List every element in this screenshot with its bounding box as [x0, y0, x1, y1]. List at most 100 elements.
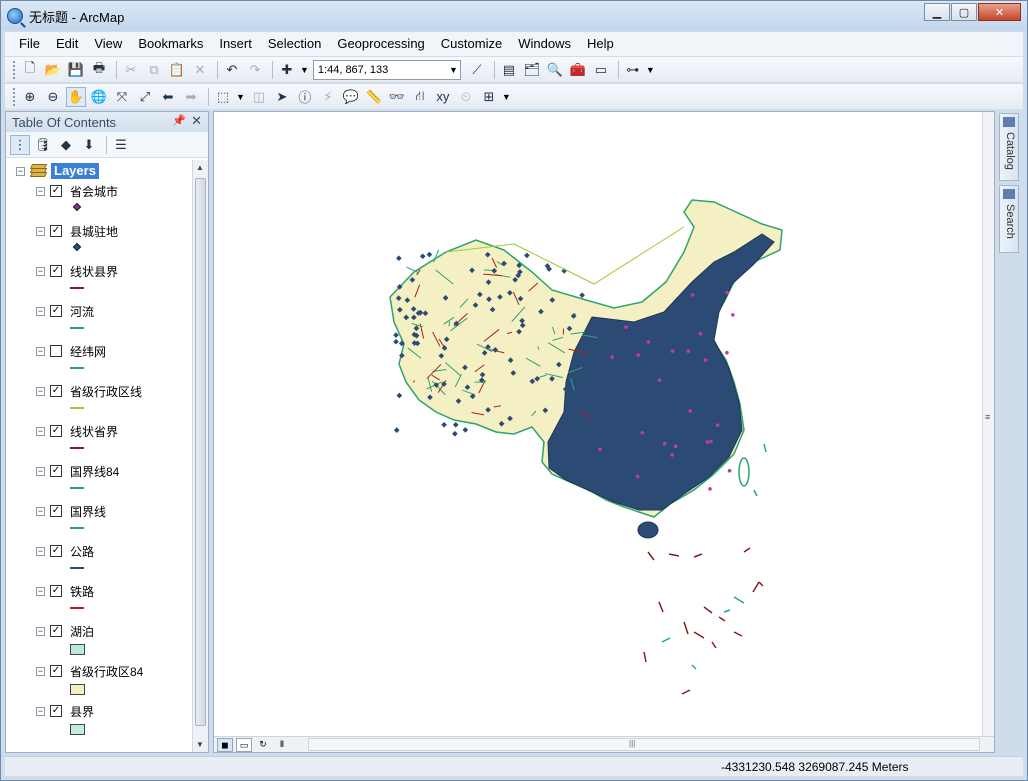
layer-name[interactable]: 省级行政区84	[70, 663, 143, 680]
layer-name[interactable]: 河流	[70, 303, 94, 320]
layer-name[interactable]: 省级行政区线	[70, 383, 142, 400]
data-view-icon[interactable]: ◼	[217, 737, 233, 752]
polygon-symbol-icon[interactable]	[70, 724, 85, 735]
new-document-icon[interactable]: 🗋	[20, 60, 40, 80]
collapse-icon[interactable]: −	[36, 586, 45, 596]
collapse-icon[interactable]: −	[36, 466, 45, 476]
editor-toolbar-icon[interactable]: ⟋	[467, 60, 487, 80]
layer-entry[interactable]: − ✓ 省级行政区线	[36, 382, 186, 422]
cut-icon[interactable]: ✂	[121, 60, 141, 80]
pan-hand-icon[interactable]: ✋	[66, 86, 86, 107]
layer-name[interactable]: 县城驻地	[70, 223, 118, 240]
collapse-icon[interactable]: −	[36, 426, 45, 436]
minimize-button[interactable]: ▁	[924, 3, 950, 21]
identify-icon[interactable]: ⓘ	[295, 87, 315, 107]
list-by-visibility-icon[interactable]: ◆	[56, 135, 76, 155]
copy-icon[interactable]: ⧉	[144, 60, 164, 80]
layer-entry[interactable]: − ✓ 线状省界	[36, 422, 186, 462]
menu-windows[interactable]: Windows	[510, 33, 579, 55]
layer-entry[interactable]: − ✓ 公路	[36, 542, 186, 582]
point-symbol-icon[interactable]	[72, 202, 82, 212]
map-display[interactable]: ≡ ◼ ▭ ↻ Ⅱ |||	[213, 111, 995, 753]
list-by-drawing-order-icon[interactable]: ⋮	[10, 134, 30, 155]
layer-name[interactable]: 湖泊	[70, 623, 94, 640]
layer-entry[interactable]: − ✓ 县界	[36, 702, 186, 742]
layer-entry[interactable]: − ✓ 县城驻地	[36, 222, 186, 262]
layer-entry[interactable]: − ✓ 铁路	[36, 582, 186, 622]
layer-name[interactable]: 铁路	[70, 583, 94, 600]
layer-name[interactable]: 线状省界	[70, 423, 118, 440]
menu-help[interactable]: Help	[579, 33, 622, 55]
maximize-button[interactable]: ▢	[951, 3, 977, 21]
line-symbol-icon[interactable]	[70, 487, 84, 489]
layer-name[interactable]: 县界	[70, 703, 94, 720]
polygon-symbol-icon[interactable]	[70, 644, 85, 655]
clear-selection-icon[interactable]: ◫	[249, 87, 269, 107]
zoom-in-icon[interactable]: ⊕	[20, 87, 40, 107]
menu-insert[interactable]: Insert	[211, 33, 260, 55]
html-popup-icon[interactable]: 💬	[341, 87, 361, 107]
point-symbol-icon[interactable]	[72, 242, 82, 252]
search-dock-tab[interactable]: Search	[999, 185, 1019, 253]
collapse-icon[interactable]: −	[36, 506, 45, 516]
layer-visibility-checkbox[interactable]: ✓	[50, 465, 62, 477]
line-symbol-icon[interactable]	[70, 327, 84, 329]
collapse-icon[interactable]: −	[36, 626, 45, 636]
delete-icon[interactable]: ✕	[190, 60, 210, 80]
find-binoculars-icon[interactable]: 👓	[387, 87, 407, 107]
catalog-window-icon[interactable]: 🗂	[522, 60, 542, 80]
layer-visibility-checkbox[interactable]: ✓	[50, 265, 62, 277]
refresh-icon[interactable]: ↻	[255, 738, 271, 752]
layer-entry[interactable]: − ✓ 国界线	[36, 502, 186, 542]
menu-view[interactable]: View	[86, 33, 130, 55]
map-horizontal-scrollbar[interactable]: |||	[308, 738, 980, 751]
save-icon[interactable]: 💾	[66, 60, 86, 80]
fixed-zoom-in-icon[interactable]: ⤧	[112, 87, 132, 107]
layer-entry[interactable]: − ✓ 国界线84	[36, 462, 186, 502]
toolbar-options-icon[interactable]: ▼	[646, 65, 655, 75]
line-symbol-icon[interactable]	[70, 447, 84, 449]
layer-name[interactable]: 公路	[70, 543, 94, 560]
list-by-selection-icon[interactable]: ⬇	[79, 135, 99, 155]
add-data-dropdown-icon[interactable]: ▼	[300, 65, 309, 75]
collapse-icon[interactable]: −	[36, 386, 45, 396]
china-map[interactable]	[214, 112, 984, 736]
toolbar-grip[interactable]	[13, 60, 16, 79]
layer-entry[interactable]: − ✓ 湖泊	[36, 622, 186, 662]
select-features-icon[interactable]: ⬚	[213, 87, 233, 107]
fixed-zoom-out-icon[interactable]: ⤢	[135, 87, 155, 107]
line-symbol-icon[interactable]	[70, 607, 84, 609]
layer-name[interactable]: 国界线84	[70, 463, 119, 480]
layer-visibility-checkbox[interactable]: ✓	[50, 705, 62, 717]
collapse-icon[interactable]: −	[16, 166, 25, 176]
print-icon[interactable]: 🖶	[89, 60, 109, 80]
scroll-up-icon[interactable]: ▲	[196, 163, 204, 172]
close-icon[interactable]: ✕	[191, 113, 202, 129]
collapse-icon[interactable]: −	[36, 666, 45, 676]
layer-visibility-checkbox[interactable]: ✓	[50, 505, 62, 517]
paste-icon[interactable]: 📋	[167, 60, 187, 80]
undo-icon[interactable]: ↶	[222, 60, 242, 80]
add-data-icon[interactable]: ✚	[277, 60, 297, 80]
layer-entry[interactable]: − ✓ 线状县界	[36, 262, 186, 302]
layer-visibility-checkbox[interactable]: ✓	[50, 225, 62, 237]
line-symbol-icon[interactable]	[70, 367, 84, 369]
layer-entry[interactable]: − ✓ 省会城市	[36, 182, 186, 222]
layer-visibility-checkbox[interactable]: ✓	[50, 545, 62, 557]
search-window-icon[interactable]: 🔍	[545, 60, 565, 80]
line-symbol-icon[interactable]	[70, 567, 84, 569]
layer-visibility-checkbox[interactable]: ✓	[50, 385, 62, 397]
open-folder-icon[interactable]: 📂	[43, 60, 63, 80]
select-dropdown-icon[interactable]: ▼	[236, 92, 245, 102]
layers-data-frame[interactable]: − Layers	[16, 162, 99, 180]
time-slider-icon[interactable]: ⏲	[456, 87, 476, 107]
create-viewer-window-icon[interactable]: ⊞	[479, 87, 499, 107]
collapse-icon[interactable]: −	[36, 346, 45, 356]
layer-entry[interactable]: − ✓ 省级行政区84	[36, 662, 186, 702]
pause-drawing-icon[interactable]: Ⅱ	[274, 738, 290, 752]
toc-scrollbar[interactable]: ▲ ▼	[192, 160, 208, 752]
layer-visibility-checkbox[interactable]: ✓	[50, 305, 62, 317]
menu-edit[interactable]: Edit	[48, 33, 86, 55]
layer-visibility-checkbox[interactable]: ✓	[50, 585, 62, 597]
layer-name[interactable]: 省会城市	[70, 183, 118, 200]
